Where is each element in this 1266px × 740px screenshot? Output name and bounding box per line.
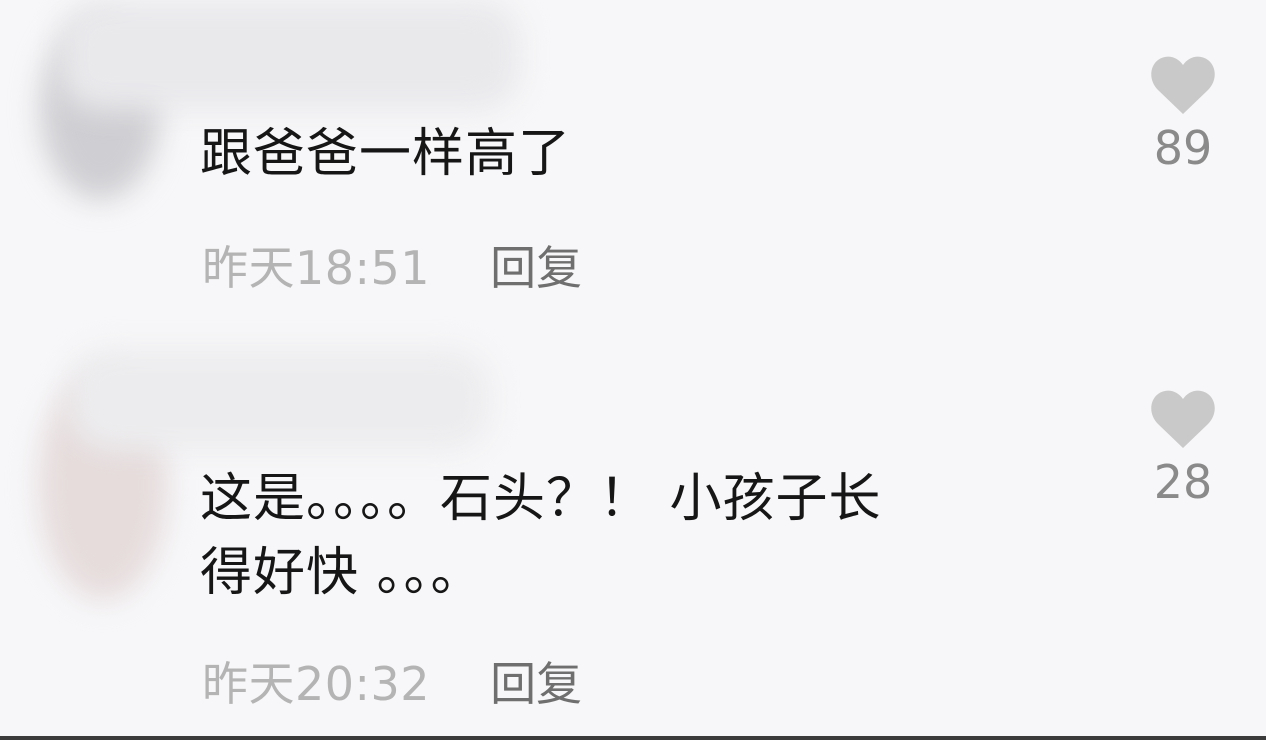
reply-button[interactable]: 回复 bbox=[490, 648, 582, 714]
comment-timestamp: 昨天20:32 bbox=[202, 657, 431, 711]
blurred-username bbox=[70, 350, 490, 450]
comment-text: 跟爸爸一样高了 bbox=[200, 124, 572, 184]
heart-icon bbox=[1151, 56, 1215, 114]
reply-button[interactable]: 回复 bbox=[490, 232, 582, 298]
like-button[interactable]: 28 bbox=[1140, 390, 1226, 508]
blurred-username bbox=[60, 0, 520, 110]
comment-timestamp: 昨天18:51 bbox=[202, 241, 431, 295]
like-count: 28 bbox=[1153, 455, 1213, 509]
heart-icon bbox=[1151, 390, 1215, 448]
comment-item: 这是。。。。石头？！ 小孩子长 得好快 。。。 昨天20:32 回复 28 bbox=[0, 330, 1266, 734]
bottom-divider bbox=[0, 736, 1266, 740]
comment-meta: 昨天18:51 回复 bbox=[202, 232, 582, 298]
comment-text: 这是。。。。石头？！ 小孩子长 得好快 。。。 bbox=[200, 469, 882, 603]
comment-item: 跟爸爸一样高了 昨天18:51 回复 89 bbox=[0, 0, 1266, 330]
comment-meta: 昨天20:32 回复 bbox=[202, 648, 582, 714]
like-button[interactable]: 89 bbox=[1140, 56, 1226, 174]
like-count: 89 bbox=[1153, 121, 1213, 175]
